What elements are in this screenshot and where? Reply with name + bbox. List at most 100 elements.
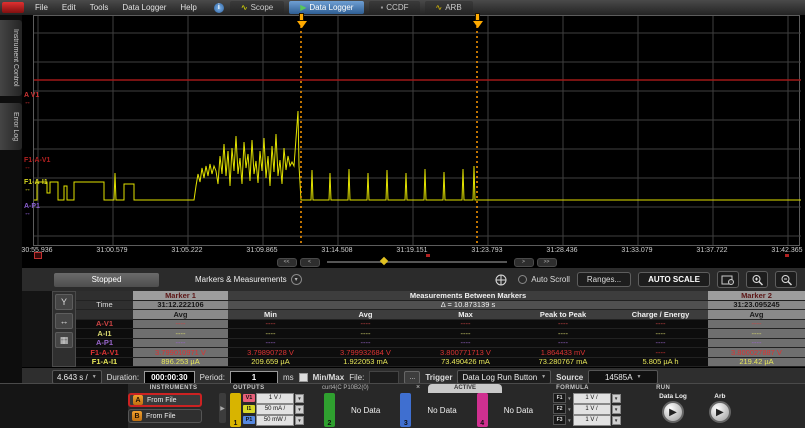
output-channel-3[interactable]: 3No Data: [400, 393, 456, 427]
table-cell: Measurements Between Markers: [228, 291, 708, 301]
menu-tools[interactable]: Tools: [83, 3, 116, 12]
table-cell: ----: [418, 329, 513, 339]
chevron-down-icon[interactable]: ▾: [291, 274, 302, 285]
table-cell: Avg: [313, 310, 418, 320]
markers-icon[interactable]: ↔: [55, 313, 73, 329]
tab-ccdf[interactable]: ▪ CCDF: [369, 1, 419, 14]
zoom-in-icon[interactable]: [746, 271, 768, 288]
table-cell: 3.79890728 V: [228, 348, 313, 358]
table-cell: ----: [613, 320, 708, 330]
play-flag-icon: ▶: [300, 4, 306, 12]
table-cell: ----: [133, 320, 228, 330]
sidebar-tab-error-log[interactable]: Error Log: [0, 103, 22, 150]
plot-area[interactable]: A V1↔F1-A-V1↔F1-A-I1↔A-P1↔: [33, 15, 800, 246]
table-cell: ----: [613, 329, 708, 339]
chevron-down-icon: ▼: [92, 374, 97, 380]
minmax-checkbox[interactable]: [299, 373, 308, 382]
formula-row[interactable]: F3▼1 V /▼: [553, 415, 653, 425]
close-icon[interactable]: ×: [416, 384, 420, 392]
table-cell: Marker 2: [708, 291, 805, 301]
tab-arb[interactable]: ∿ ARB: [425, 1, 473, 14]
view-selector-label: Markers & Measurements: [195, 275, 287, 284]
measurements-panel: Y ↔ ▦ Marker 1Measurements Between Marke…: [22, 291, 805, 367]
screenshot-icon[interactable]: [717, 271, 739, 288]
minmax-label: Min/Max: [313, 373, 345, 382]
channel-color-bar: 3: [400, 393, 411, 427]
output-channel-1[interactable]: 1V11 V /▼I150 mA /▼P150 mW /▼: [230, 393, 304, 427]
dock-spacer: [0, 384, 128, 428]
x-tick-label: 31:23.793: [471, 247, 502, 254]
channel-scale-row[interactable]: V11 V /▼: [243, 393, 304, 403]
instrument-b-label: From File: [146, 413, 176, 420]
menubar: File Edit Tools Data Logger Help i ∿ Sco…: [0, 0, 805, 15]
menu-file[interactable]: File: [28, 3, 55, 12]
browse-button[interactable]: ...: [404, 371, 420, 384]
formula-row[interactable]: F1▼1 V /▼: [553, 393, 653, 403]
data-log-play-button[interactable]: ▶: [662, 401, 684, 423]
sidebar-tab-instrument-control[interactable]: Instrument Control: [0, 20, 22, 96]
log-marker-icon: [785, 254, 789, 257]
instrument-b-badge: B: [132, 411, 142, 421]
source-dropdown[interactable]: 14585A ▼: [588, 370, 658, 384]
x-tick-label: 31:00.579: [96, 247, 127, 254]
ccdf-icon: ▪: [380, 4, 383, 12]
zoom-out-icon[interactable]: [775, 271, 797, 288]
instruments-header: INSTRUMENTS: [128, 385, 216, 393]
channel-label: F1-A-V1↔: [24, 157, 50, 171]
auto-scroll-toggle[interactable]: Auto Scroll: [518, 275, 570, 284]
channel-scale-row[interactable]: P150 mW /▼: [243, 415, 304, 425]
menu-edit[interactable]: Edit: [55, 3, 83, 12]
formula-row[interactable]: F2▼1 V /▼: [553, 404, 653, 414]
period-unit: ms: [283, 373, 294, 382]
file-field[interactable]: [369, 371, 399, 384]
active-session-tab[interactable]: ACTIVE: [428, 384, 502, 393]
no-data-label: No Data: [504, 406, 533, 415]
pan-left-button[interactable]: <: [300, 258, 320, 267]
table-cell: Min: [228, 310, 313, 320]
x-tick-label: 31:09.865: [246, 247, 277, 254]
arb-play-button[interactable]: ▶: [709, 401, 731, 423]
output-channel-4[interactable]: 4No Data: [477, 393, 533, 427]
duration-field[interactable]: 000:00:30: [144, 371, 194, 384]
formula-section: FORMULA F1▼1 V /▼F2▼1 V /▼F3▼1 V /▼: [553, 384, 653, 428]
channel-scale-row[interactable]: I150 mA /▼: [243, 404, 304, 414]
menu-help[interactable]: Help: [173, 3, 203, 12]
table-cell: ----: [228, 320, 313, 330]
crosshair-icon[interactable]: [491, 272, 511, 287]
stopped-status-button[interactable]: Stopped: [54, 273, 159, 287]
trigger-dropdown[interactable]: Data Log Run Button ▼: [457, 370, 551, 384]
instrument-a-label: From File: [147, 397, 177, 404]
pan-right-button[interactable]: >: [514, 258, 534, 267]
log-marker-icon: [426, 254, 430, 257]
grid-view-icon[interactable]: ▦: [55, 332, 73, 348]
dock-expand-handle[interactable]: ▶: [219, 393, 226, 423]
channel-color-bar: 1: [230, 393, 241, 427]
instrument-b-button[interactable]: B From File: [128, 409, 202, 423]
pan-handle[interactable]: [379, 257, 387, 265]
menu-data-logger[interactable]: Data Logger: [115, 3, 173, 12]
period-field[interactable]: 1: [230, 371, 278, 384]
pan-fast-right-button[interactable]: >>: [537, 258, 557, 267]
sine-wave-icon: ∿: [241, 4, 248, 12]
auto-scale-button[interactable]: AUTO SCALE: [638, 272, 710, 287]
measurement-table: Marker 1Measurements Between MarkersMark…: [76, 291, 805, 367]
output-channel-2[interactable]: 2No Data: [324, 393, 380, 427]
pan-fast-left-button[interactable]: <<: [277, 258, 297, 267]
timebase-dropdown[interactable]: 4.643 s / ▼: [52, 370, 102, 384]
table-cell: Peak to Peak: [513, 310, 613, 320]
pan-track[interactable]: [327, 261, 507, 263]
tools-icon[interactable]: Y: [55, 294, 73, 310]
marker-arrow-icon[interactable]: [472, 13, 483, 28]
period-label: Period:: [200, 373, 225, 382]
table-cell: 3.799010971 V: [133, 348, 228, 358]
tab-scope[interactable]: ∿ Scope: [230, 1, 284, 14]
table-cell: ----: [133, 339, 228, 349]
view-selector[interactable]: Markers & Measurements ▾: [195, 274, 302, 285]
info-icon[interactable]: i: [214, 3, 224, 13]
marker-lines[interactable]: [301, 16, 477, 245]
instrument-a-button[interactable]: A From File: [128, 393, 202, 407]
table-cell: ----: [418, 320, 513, 330]
x-axis-labels: 30:55.93631:00.57931:05.22231:09.86531:1…: [33, 246, 800, 257]
ranges-button[interactable]: Ranges...: [577, 272, 631, 287]
marker-arrow-icon[interactable]: [296, 13, 307, 28]
